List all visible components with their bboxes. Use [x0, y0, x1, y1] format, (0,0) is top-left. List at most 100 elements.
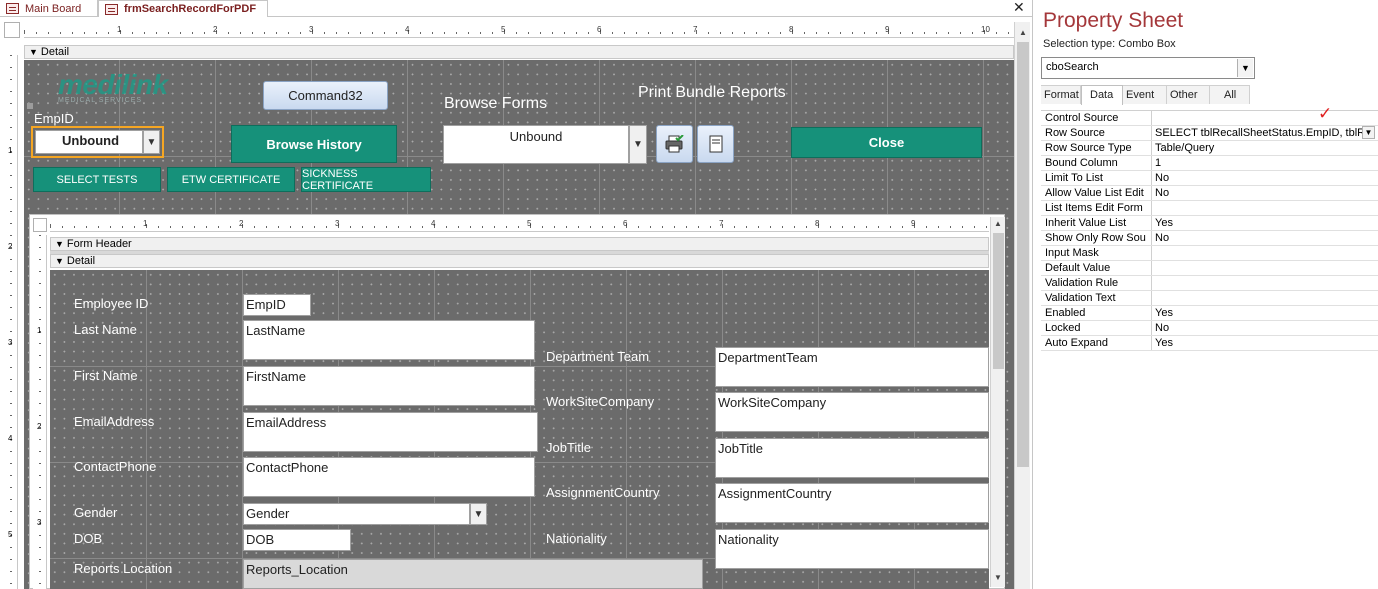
- sickness-certificate-button[interactable]: SICKNESS CERTIFICATE: [301, 167, 431, 192]
- jobtitle-textbox[interactable]: JobTitle: [715, 438, 989, 478]
- scrollbar-thumb[interactable]: [993, 233, 1004, 369]
- property-value[interactable]: [1152, 246, 1378, 260]
- scroll-up-icon[interactable]: ▲: [1019, 28, 1027, 37]
- section-label: Detail: [66, 255, 96, 267]
- ruler-tick: [266, 226, 267, 228]
- property-row[interactable]: Locked No: [1041, 321, 1378, 336]
- property-row[interactable]: Input Mask: [1041, 246, 1378, 261]
- property-row[interactable]: Show Only Row Sou No: [1041, 231, 1378, 246]
- tab-other[interactable]: Other: [1167, 85, 1210, 104]
- dob-textbox[interactable]: DOB: [243, 529, 351, 551]
- reports-location-label: Reports Location: [74, 561, 173, 576]
- property-row[interactable]: Validation Text: [1041, 291, 1378, 306]
- contactphone-textbox[interactable]: ContactPhone: [243, 457, 535, 497]
- property-row[interactable]: Row Source SELECT tblRecallSheetStatus.Em…: [1041, 126, 1378, 141]
- property-value[interactable]: No: [1152, 231, 1378, 245]
- property-value[interactable]: SELECT tblRecallSheetStatus.EmpID, tblR ▼: [1152, 126, 1378, 140]
- property-row[interactable]: Inherit Value List Yes: [1041, 216, 1378, 231]
- emailaddress-textbox[interactable]: EmailAddress: [243, 412, 538, 452]
- tab-format[interactable]: Format: [1041, 85, 1081, 104]
- chevron-down-icon[interactable]: ▼: [1362, 126, 1375, 139]
- property-name: Show Only Row Sou: [1041, 231, 1152, 245]
- gender-combo[interactable]: Gender: [243, 503, 470, 525]
- browse-forms-combo[interactable]: Unbound: [443, 125, 629, 164]
- command32-button[interactable]: Command32: [263, 81, 388, 110]
- chevron-down-icon[interactable]: ▼: [470, 503, 487, 525]
- ruler-tick: [602, 226, 603, 228]
- scrollbar-thumb[interactable]: [1017, 42, 1029, 467]
- select-tests-button[interactable]: SELECT TESTS: [33, 167, 161, 192]
- scroll-up-icon[interactable]: ▲: [994, 219, 1002, 228]
- subform-selector-box[interactable]: [33, 218, 47, 232]
- empid-combo[interactable]: Unbound: [35, 130, 143, 154]
- property-row[interactable]: Limit To List No: [1041, 171, 1378, 186]
- property-value[interactable]: No: [1152, 321, 1378, 335]
- property-value[interactable]: [1152, 201, 1378, 215]
- empid-textbox[interactable]: EmpID: [243, 294, 311, 316]
- property-row[interactable]: Validation Rule: [1041, 276, 1378, 291]
- ruler-tick: [372, 32, 373, 34]
- close-button[interactable]: Close: [791, 127, 982, 158]
- tab-all[interactable]: All: [1210, 85, 1250, 104]
- nationality-textbox[interactable]: Nationality: [715, 529, 989, 569]
- ruler-tick: [396, 32, 397, 34]
- tab-frmsearchrecordforpdf[interactable]: frmSearchRecordForPDF: [98, 0, 268, 17]
- object-selector[interactable]: cboSearch ▼: [1041, 57, 1255, 79]
- report-button[interactable]: [697, 125, 734, 163]
- departmentteam-textbox[interactable]: DepartmentTeam: [715, 347, 989, 387]
- assignmentcountry-textbox[interactable]: AssignmentCountry: [715, 483, 989, 523]
- property-value[interactable]: No: [1152, 171, 1378, 185]
- ruler-tick: [636, 32, 637, 34]
- property-row[interactable]: Default Value: [1041, 261, 1378, 276]
- property-row[interactable]: Row Source Type Table/Query: [1041, 141, 1378, 156]
- ruler-tick: [218, 226, 219, 228]
- tab-main-board[interactable]: Main Board: [0, 0, 98, 17]
- browse-history-button[interactable]: Browse History: [231, 125, 397, 163]
- reports-location-textbox[interactable]: Reports_Location: [243, 559, 703, 589]
- ruler-tick: [996, 32, 997, 34]
- ruler-tick: [662, 226, 663, 228]
- subform-detail-section-bar[interactable]: ▼ Detail: [50, 254, 989, 268]
- property-value[interactable]: [1152, 261, 1378, 275]
- ruler-tick: [756, 32, 757, 34]
- print-preview-button[interactable]: [656, 125, 693, 163]
- ruler-tick: [10, 331, 12, 332]
- property-row[interactable]: Enabled Yes: [1041, 306, 1378, 321]
- empid-combo-selected[interactable]: Unbound ▼: [31, 126, 164, 158]
- ruler-tick: [264, 32, 265, 34]
- property-value[interactable]: Table/Query: [1152, 141, 1378, 155]
- lastname-textbox[interactable]: LastName: [243, 320, 535, 360]
- chevron-down-icon[interactable]: ▼: [629, 125, 647, 164]
- property-value[interactable]: [1152, 111, 1378, 125]
- property-row[interactable]: Bound Column 1: [1041, 156, 1378, 171]
- etw-certificate-button[interactable]: ETW CERTIFICATE: [167, 167, 295, 192]
- firstname-textbox[interactable]: FirstName: [243, 366, 535, 406]
- ruler-tick: [10, 55, 12, 56]
- property-value[interactable]: Yes: [1152, 306, 1378, 320]
- property-value[interactable]: No: [1152, 186, 1378, 200]
- property-value[interactable]: Yes: [1152, 336, 1378, 350]
- property-value[interactable]: [1152, 291, 1378, 305]
- scroll-down-icon[interactable]: ▼: [994, 573, 1002, 582]
- ruler-tick: [10, 451, 12, 452]
- property-row[interactable]: List Items Edit Form: [1041, 201, 1378, 216]
- form-header-section-bar[interactable]: ▼ Form Header: [50, 237, 989, 251]
- property-value[interactable]: [1152, 276, 1378, 290]
- ruler-number: 1: [8, 146, 13, 155]
- chevron-down-icon[interactable]: ▼: [1237, 59, 1253, 77]
- detail-section-bar[interactable]: ▼ Detail: [24, 45, 1014, 59]
- move-handle[interactable]: [27, 103, 33, 109]
- property-row[interactable]: Allow Value List Edit No: [1041, 186, 1378, 201]
- worksitecompany-textbox[interactable]: WorkSiteCompany: [715, 392, 989, 432]
- property-row[interactable]: Auto Expand Yes: [1041, 336, 1378, 351]
- tab-event[interactable]: Event: [1123, 85, 1167, 104]
- form-selector-box[interactable]: [4, 22, 20, 38]
- designer-vertical-scrollbar[interactable]: ▲: [1014, 22, 1030, 589]
- property-value[interactable]: Yes: [1152, 216, 1378, 230]
- ruler-tick: [204, 32, 205, 34]
- property-value[interactable]: 1: [1152, 156, 1378, 170]
- chevron-down-icon[interactable]: ▼: [143, 130, 160, 154]
- close-document-icon[interactable]: ✕: [1013, 0, 1025, 16]
- tab-data[interactable]: Data: [1081, 85, 1123, 105]
- subform-vertical-scrollbar[interactable]: ▲ ▼: [990, 217, 1005, 587]
